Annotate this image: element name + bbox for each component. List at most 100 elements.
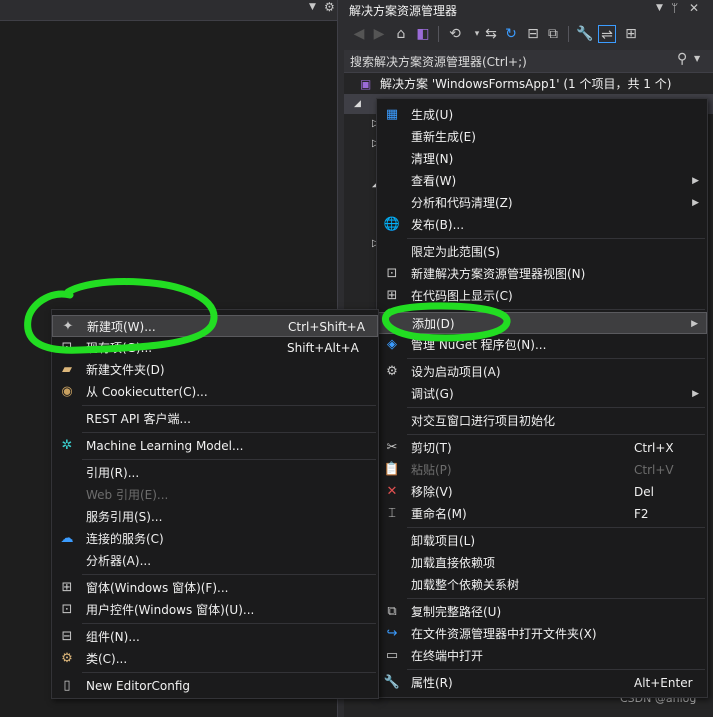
menu-item-analyze[interactable]: 分析和代码清理(Z) ▶ (377, 192, 707, 214)
menu-item-cookiecutter[interactable]: ◉ 从 Cookiecutter(C)... (52, 381, 378, 403)
gear-icon: ⚙ (386, 364, 398, 379)
menu-item-user-control[interactable]: ⊡ 用户控件(Windows 窗体)(U)... (52, 599, 378, 621)
forward-icon[interactable]: ▶ (370, 25, 388, 43)
expand-icon[interactable]: ◢ (354, 94, 361, 114)
dropdown-icon[interactable]: ▼ (694, 54, 700, 63)
menu-item-interactive-init[interactable]: 对交互窗口进行项目初始化 (377, 410, 707, 432)
menu-item-nuget[interactable]: ◈ 管理 NuGet 程序包(N)... (377, 334, 707, 356)
submenu-arrow-icon: ▶ (691, 319, 698, 329)
solution-explorer-titlebar: 解决方案资源管理器 ▼ ᛘ ✕ (344, 0, 713, 20)
menu-item-class[interactable]: ⚙ 类(C)... (52, 648, 378, 670)
menu-item-load-direct[interactable]: 加载直接依赖项 (377, 552, 707, 574)
terminal-icon: ▭ (385, 648, 399, 663)
solution-explorer-title: 解决方案资源管理器 (349, 4, 458, 18)
menu-item-build[interactable]: ▦ 生成(U) (377, 104, 707, 126)
menu-item-component[interactable]: ⊟ 组件(N)... (52, 626, 378, 648)
pending-changes-icon[interactable]: ⟲ (446, 25, 464, 43)
sync-icon[interactable]: ⇆ (482, 25, 500, 43)
solution-node[interactable]: ▣ 解决方案 'WindowsFormsApp1' (1 个项目，共 1 个) (344, 74, 713, 94)
dropdown-icon[interactable]: ▼ (656, 3, 663, 13)
solution-label: 解决方案 'WindowsFormsApp1' (1 个项目，共 1 个) (380, 77, 672, 91)
submenu-arrow-icon: ▶ (692, 198, 699, 208)
user-control-icon: ⊡ (61, 602, 73, 617)
nuget-icon: ◈ (387, 337, 397, 352)
menu-item-code-map[interactable]: ⊞ 在代码图上显示(C) (377, 285, 707, 307)
submenu-arrow-icon: ▶ (692, 389, 699, 399)
menu-item-connected-service[interactable]: ☁ 连接的服务(C) (52, 528, 378, 550)
wrench-icon: 🔧 (383, 675, 401, 690)
submenu-arrow-icon: ▶ (692, 176, 699, 186)
new-view-icon: ⊡ (386, 266, 398, 281)
close-icon[interactable]: ✕ (689, 1, 699, 15)
open-folder-icon: ↪ (386, 626, 398, 641)
menu-item-open-folder[interactable]: ↪ 在文件资源管理器中打开文件夹(X) (377, 623, 707, 645)
home-icon[interactable]: ⌂ (392, 25, 410, 43)
copy-icon: ⧉ (387, 604, 397, 619)
menu-item-terminal[interactable]: ▭ 在终端中打开 (377, 645, 707, 667)
menu-item-add[interactable]: 添加(D) ▶ (377, 312, 707, 334)
class-view-icon[interactable]: ⊞ (622, 25, 640, 43)
menu-item-reference[interactable]: 引用(R)... (52, 462, 378, 484)
menu-item-editorconfig[interactable]: ▯ New EditorConfig (52, 675, 378, 697)
menu-item-rebuild[interactable]: 重新生成(E) (377, 126, 707, 148)
editorconfig-file-icon: ▯ (63, 678, 71, 693)
new-item-icon: ✦ (62, 319, 74, 334)
new-folder-icon: ▰ (62, 362, 72, 377)
menu-item-rename[interactable]: ⌶ 重命名(M) F2 (377, 503, 707, 525)
paste-icon: 📋 (383, 462, 401, 477)
menu-item-debug[interactable]: 调试(G) ▶ (377, 383, 707, 405)
cookiecutter-icon: ◉ (61, 384, 73, 399)
menu-item-web-reference: Web 引用(E)... (86, 488, 169, 502)
menu-item-properties[interactable]: 🔧 属性(R) Alt+Enter (377, 672, 707, 694)
menu-item-paste: 📋 粘贴(P) Ctrl+V (383, 462, 674, 477)
menu-item-service-reference[interactable]: 服务引用(S)... (52, 506, 378, 528)
menu-item-ml-model[interactable]: ✲ Machine Learning Model... (52, 435, 378, 457)
show-all-files-icon[interactable]: ⧉ (544, 25, 562, 43)
menu-item-scope[interactable]: 限定为此范围(S) (377, 241, 707, 263)
editor-tab-bar: ▼ ⚙ (0, 0, 337, 21)
class-icon: ⚙ (61, 651, 73, 666)
code-map-icon: ⊞ (386, 288, 398, 303)
remove-icon: ✕ (386, 484, 398, 499)
existing-item-icon: ⊡ (61, 340, 73, 355)
solution-explorer-toolbar: ◀ ▶ ⌂ ◧ ⟲ ▾ ⇆ ↻ ⊟ ⧉ 🔧 ⇌ ⊞ (344, 20, 713, 51)
dropdown-icon[interactable]: ▼ (309, 2, 316, 12)
component-icon: ⊟ (61, 629, 73, 644)
menu-item-set-startup[interactable]: ⚙ 设为启动项目(A) (377, 361, 707, 383)
menu-item-new-folder[interactable]: ▰ 新建文件夹(D) (52, 359, 378, 381)
menu-item-publish[interactable]: 🌐 发布(B)... (377, 214, 707, 236)
publish-globe-icon: 🌐 (383, 217, 401, 232)
menu-item-view[interactable]: 查看(W) ▶ (377, 170, 707, 192)
menu-item-form[interactable]: ⊞ 窗体(Windows 窗体)(F)... (52, 577, 378, 599)
switch-views-icon[interactable]: ◧ (414, 25, 432, 43)
menu-item-copy-path[interactable]: ⧉ 复制完整路径(U) (377, 601, 707, 623)
menu-item-unload[interactable]: 卸载项目(L) (377, 530, 707, 552)
refresh-icon[interactable]: ↻ (502, 25, 520, 43)
menu-item-existing-item[interactable]: ⊡ 现有项(G)... Shift+Alt+A (52, 337, 378, 359)
menu-item-remove[interactable]: ✕ 移除(V) Del (377, 481, 707, 503)
rename-icon: ⌶ (388, 506, 396, 521)
menu-item-rest-api[interactable]: REST API 客户端... (52, 408, 378, 430)
collapse-all-icon[interactable]: ⊟ (524, 25, 542, 43)
project-context-menu: ▦ 生成(U) 重新生成(E) 清理(N) 查看(W) ▶ 分析和代码清理(Z) ▶ … (376, 98, 708, 698)
menu-item-cut[interactable]: ✂ 剪切(T) Ctrl+X (377, 437, 707, 459)
menu-item-new-view[interactable]: ⊡ 新建解决方案资源管理器视图(N) (377, 263, 707, 285)
menu-item-new-item[interactable]: ✦ 新建项(W)... Ctrl+Shift+A (52, 315, 378, 337)
menu-item-clean[interactable]: 清理(N) (377, 148, 707, 170)
properties-wrench-icon[interactable]: 🔧 (576, 25, 594, 43)
cut-icon: ✂ (386, 440, 398, 455)
connected-service-icon: ☁ (60, 531, 74, 546)
form-icon: ⊞ (61, 580, 73, 595)
preview-icon[interactable]: ⇌ (598, 25, 616, 43)
back-icon[interactable]: ◀ (350, 25, 368, 43)
menu-item-analyzer[interactable]: 分析器(A)... (52, 550, 378, 572)
build-icon: ▦ (385, 107, 399, 122)
gear-icon[interactable]: ⚙ (324, 0, 335, 14)
add-submenu: ✦ 新建项(W)... Ctrl+Shift+A ⊡ 现有项(G)... Shift+A… (51, 309, 379, 699)
search-input[interactable]: 搜索解决方案资源管理器(Ctrl+;) (350, 53, 527, 70)
pin-icon[interactable]: ᛘ (671, 1, 678, 15)
search-icon[interactable]: ⚲ (677, 51, 687, 67)
menu-item-load-tree[interactable]: 加载整个依赖关系树 (377, 574, 707, 596)
search-box[interactable]: 搜索解决方案资源管理器(Ctrl+;) ⚲ ▼ (344, 50, 713, 73)
ml-model-icon: ✲ (61, 438, 73, 453)
